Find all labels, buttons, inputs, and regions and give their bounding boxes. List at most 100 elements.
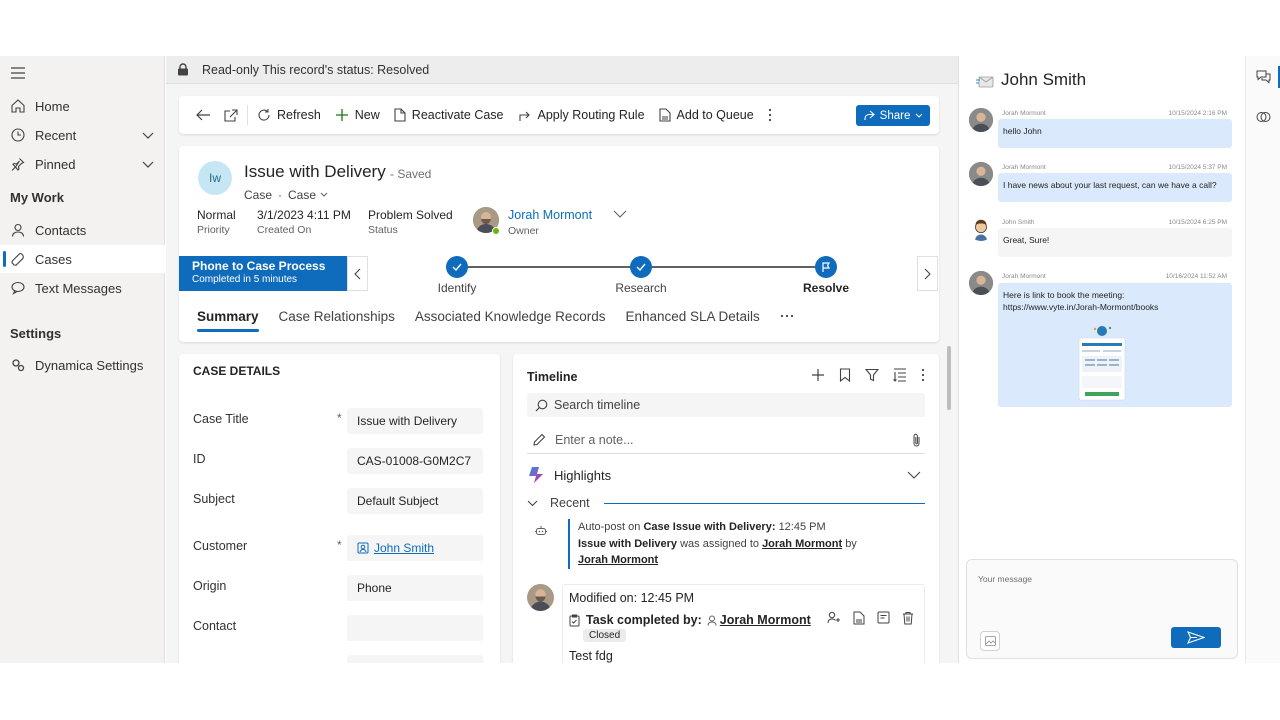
message-composer[interactable]: Your message (966, 559, 1238, 659)
customer-link[interactable]: John Smith (374, 541, 434, 555)
assign-icon[interactable] (827, 611, 841, 625)
chevron-down-icon[interactable] (613, 210, 627, 219)
stage-research-check-icon[interactable] (630, 256, 652, 278)
recent-group-header[interactable]: Recent (527, 494, 925, 512)
subject-lookup[interactable]: Default Subject (347, 488, 483, 514)
share-icon (863, 110, 875, 121)
tab-case-relationships[interactable]: Case Relationships (279, 298, 395, 334)
sms-icon (976, 75, 994, 88)
origin-select[interactable]: Phone (347, 575, 483, 601)
task-header: Task completed by: Jorah Mormont (569, 613, 811, 627)
clock-icon (10, 127, 26, 143)
highlights-row[interactable]: Highlights (527, 460, 925, 490)
add-icon[interactable] (811, 368, 825, 382)
message-bubble: hello John (998, 119, 1232, 148)
open-record-icon[interactable] (877, 611, 890, 625)
bookmark-icon[interactable] (839, 368, 851, 382)
timeline-search-input[interactable]: Search timeline (527, 393, 925, 417)
chevron-down-icon[interactable] (907, 471, 921, 480)
paperclip-icon[interactable] (912, 433, 921, 447)
attach-image-button[interactable] (980, 631, 1000, 651)
sender-avatar (969, 108, 993, 132)
status-field: Problem Solved Status (368, 208, 453, 236)
tab-summary[interactable]: Summary (197, 298, 259, 334)
tab-enhanced-sla-details[interactable]: Enhanced SLA Details (625, 298, 759, 334)
bpf-next-button[interactable] (917, 256, 938, 291)
entitlement-lookup[interactable] (347, 655, 483, 663)
hamburger-icon[interactable] (10, 65, 26, 81)
send-button[interactable] (1171, 627, 1221, 648)
assigner-link[interactable]: Jorah Mormont (578, 554, 658, 566)
conversation-pane-button[interactable] (1246, 62, 1280, 92)
required-marker: * (337, 538, 342, 552)
entity-breadcrumb: Case · Case (244, 188, 328, 202)
form-tabs: Summary Case Relationships Associated Kn… (179, 298, 939, 334)
nav-label: Recent (35, 127, 77, 143)
new-button[interactable]: New (328, 100, 387, 130)
created-on-field: 3/1/2023 4:11 PM Created On (257, 208, 351, 236)
sender-avatar (969, 217, 993, 241)
chat-title: John Smith (1001, 70, 1087, 89)
hamburger-menu[interactable] (0, 59, 165, 87)
contact-lookup[interactable] (347, 615, 483, 641)
link-preview-image[interactable] (1077, 325, 1127, 403)
delete-icon[interactable] (902, 611, 914, 625)
refresh-button[interactable]: Refresh (250, 100, 328, 130)
stage-research[interactable]: Research (591, 281, 691, 295)
more-commands-button[interactable] (761, 100, 779, 130)
customer-lookup[interactable]: John Smith (347, 535, 483, 561)
message-text: Here is link to book the meeting: (1003, 290, 1125, 300)
nav-item-recent[interactable]: Recent (0, 121, 165, 149)
share-button[interactable]: Share (856, 105, 930, 126)
back-arrow-icon (196, 109, 210, 121)
nav-item-text-messages[interactable]: Text Messages (0, 274, 165, 302)
record-header: Iw Issue with Delivery - Saved Case · Ca… (179, 146, 939, 342)
form-scrollbar[interactable] (947, 346, 951, 410)
filter-icon[interactable] (865, 368, 879, 382)
reactivate-case-button[interactable]: Reactivate Case (387, 100, 511, 130)
sort-list-icon[interactable] (893, 368, 907, 382)
save-status: - Saved (390, 167, 432, 181)
tab-associated-knowledge-records[interactable]: Associated Knowledge Records (415, 298, 606, 334)
chevron-down-icon[interactable] (141, 128, 155, 142)
more-vertical-icon[interactable] (921, 368, 925, 382)
apply-routing-rule-button[interactable]: Apply Routing Rule (511, 100, 652, 130)
note-input[interactable]: Enter a note... (527, 426, 925, 454)
activity-card[interactable]: Modified on: 12:45 PM Task completed by:… (562, 584, 925, 663)
nav-item-pinned[interactable]: Pinned (0, 150, 165, 178)
owner-link[interactable]: Jorah Mormont (508, 208, 592, 222)
copilot-icon (1256, 110, 1271, 124)
more-tabs-button[interactable] (780, 298, 794, 334)
refresh-label: Refresh (277, 108, 321, 122)
case-id-input[interactable]: CAS-01008-G0M2C7 (347, 448, 483, 474)
add-to-queue-button[interactable]: Add to Queue (652, 100, 761, 130)
process-flag[interactable]: Phone to Case Process Completed in 5 min… (179, 256, 347, 291)
bpf-prev-button[interactable] (347, 256, 368, 291)
chevron-down-icon[interactable] (141, 157, 155, 171)
nav-item-contacts[interactable]: Contacts (0, 216, 165, 244)
nav-item-dynamica-settings[interactable]: Dynamica Settings (0, 351, 165, 379)
popout-button[interactable] (217, 100, 245, 130)
stage-resolve-flag-icon[interactable] (815, 256, 837, 278)
case-title-input[interactable]: Issue with Delivery (347, 408, 483, 434)
stage-resolve[interactable]: Resolve (776, 281, 876, 295)
queue-icon[interactable] (853, 611, 865, 625)
stage-identify[interactable]: Identify (407, 281, 507, 295)
nav-item-cases[interactable]: Cases (0, 245, 165, 273)
share-label: Share (879, 109, 911, 122)
back-button[interactable] (189, 100, 217, 130)
nav-label: Dynamica Settings (35, 357, 144, 373)
app-window: Home Recent Pinned My Work Contacts Case… (0, 56, 1280, 663)
form-selector[interactable]: Case (288, 188, 316, 202)
nav-item-home[interactable]: Home (0, 92, 165, 120)
copilot-pane-button[interactable] (1246, 102, 1280, 132)
message-link[interactable]: https://www.vyte.in/Jorah-Mormont/books (1003, 301, 1227, 313)
chevron-down-icon[interactable] (320, 192, 328, 198)
task-owner-link[interactable]: Jorah Mormont (720, 613, 811, 627)
document-icon (394, 108, 406, 122)
chevron-down-icon[interactable] (527, 500, 538, 507)
stage-identify-check-icon[interactable] (446, 256, 468, 278)
chevron-down-icon (915, 113, 923, 119)
lock-icon (177, 63, 189, 76)
assignee-link[interactable]: Jorah Mormont (762, 538, 842, 550)
